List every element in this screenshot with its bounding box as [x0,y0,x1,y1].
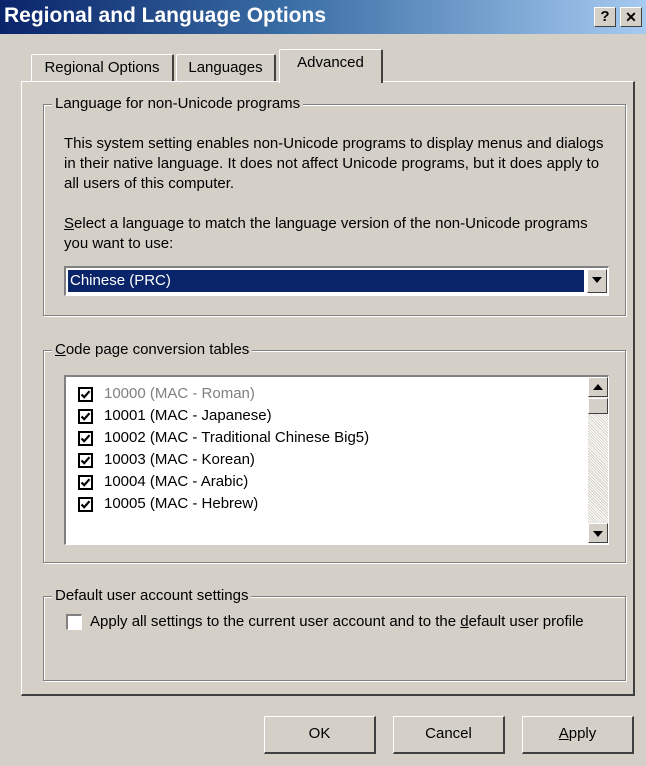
language-select-value: Chinese (PRC) [67,269,585,293]
list-item-label: 10001 (MAC - Japanese) [104,407,272,424]
checkbox-checked-icon[interactable] [78,453,93,468]
language-group-legend: Language for non-Unicode programs [52,95,304,112]
ok-button[interactable]: OK [264,716,376,754]
default-user-group: Default user account settings [43,587,626,681]
tab-advanced[interactable]: Advanced [279,49,383,83]
scroll-thumb[interactable] [588,398,608,414]
window-title: Regional and Language Options [4,4,327,27]
language-select[interactable]: Chinese (PRC) [64,266,609,296]
checkbox-checked-icon[interactable] [78,387,93,402]
apply-default-mnemonic: d [460,613,469,630]
select-language-prompt: Select a language to match the language … [64,214,614,254]
codepage-legend-mnemonic: C [55,341,66,358]
chevron-down-icon [593,531,603,537]
codepage-list[interactable]: 10000 (MAC - Roman) 10001 (MAC - Japanes… [64,375,609,545]
language-description: This system setting enables non-Unicode … [64,135,604,192]
scroll-up-button[interactable] [588,377,608,397]
chevron-up-icon [593,384,603,390]
apply-button[interactable]: Apply [522,716,634,754]
dialog-window: Regional and Language Options ? ✕ Region… [0,0,646,766]
checkbox-checked-icon[interactable] [78,497,93,512]
list-item-label: 10000 (MAC - Roman) [104,385,255,402]
apply-mnemonic: A [558,725,569,742]
language-select-dropdown-button[interactable] [587,269,607,293]
title-bar[interactable]: Regional and Language Options ? ✕ [0,0,646,34]
codepage-legend-text: ode page conversion tables [65,341,250,358]
list-item-label: 10002 (MAC - Traditional Chinese Big5) [104,429,370,446]
cancel-button[interactable]: Cancel [393,716,505,754]
tab-languages[interactable]: Languages [176,54,276,82]
apply-default-text-before: Apply all settings to the current user a… [90,613,461,630]
close-button[interactable]: ✕ [620,7,642,27]
chevron-down-icon [592,277,602,283]
list-item-label: 10003 (MAC - Korean) [104,451,255,468]
apply-label-rest: pply [568,725,597,742]
list-item-label: 10005 (MAC - Hebrew) [104,495,259,512]
apply-default-profile-checkbox[interactable] [66,614,82,630]
list-item-label: 10004 (MAC - Arabic) [104,473,249,490]
list-scrollbar[interactable] [588,377,608,543]
help-button[interactable]: ? [594,7,616,27]
tab-regional-options[interactable]: Regional Options [31,54,174,82]
default-user-group-legend: Default user account settings [52,587,252,604]
checkbox-checked-icon[interactable] [78,409,93,424]
checkbox-checked-icon[interactable] [78,431,93,446]
select-prompt-text: elect a language to match the language v… [64,215,588,252]
select-prompt-mnemonic: S [64,215,75,232]
checkbox-checked-icon[interactable] [78,475,93,490]
scroll-down-button[interactable] [588,523,608,543]
codepage-group-legend: Code page conversion tables [52,341,253,358]
apply-default-profile-label[interactable]: Apply all settings to the current user a… [90,612,590,632]
apply-default-text-after: efault user profile [468,613,584,630]
